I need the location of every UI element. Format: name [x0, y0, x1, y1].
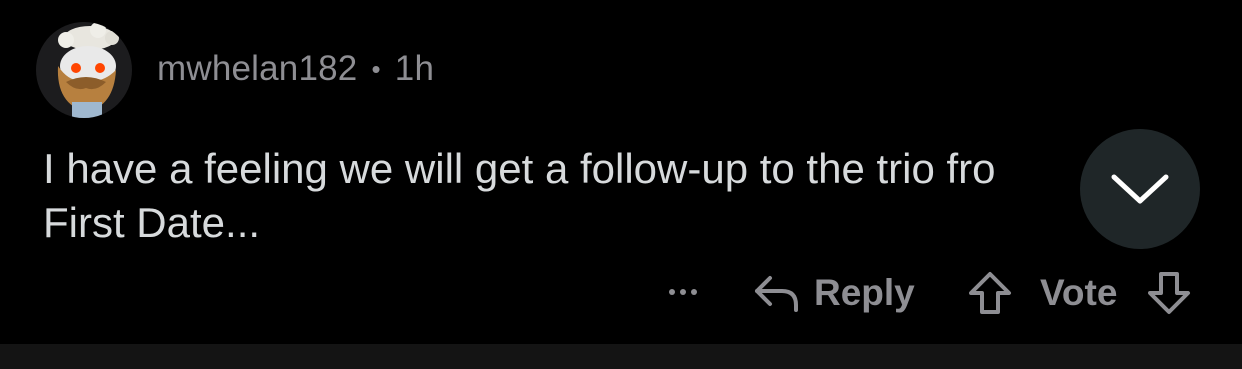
- upvote-button[interactable]: [967, 270, 1013, 325]
- comment-actions: Reply Vote: [0, 262, 1242, 322]
- comment-meta: mwhelan182 • 1h: [157, 48, 434, 90]
- downvote-arrow-icon: [1148, 272, 1190, 314]
- meta-separator: •: [371, 53, 381, 84]
- comment-body-line: First Date...: [43, 199, 261, 246]
- downvote-button[interactable]: [1146, 270, 1192, 325]
- section-divider: [0, 344, 1242, 369]
- reply-arrow-icon: [755, 276, 798, 312]
- avatar[interactable]: [36, 22, 132, 118]
- more-options-button[interactable]: [660, 272, 706, 312]
- comment-body-line: I have a feeling we will get a follow-up…: [43, 145, 996, 192]
- comment-timestamp: 1h: [394, 49, 435, 88]
- more-dot: [680, 289, 686, 295]
- vote-label: Vote: [1040, 272, 1118, 313]
- chevron-down-icon: [1111, 174, 1169, 204]
- upvote-arrow-icon: [969, 272, 1011, 314]
- collapse-button[interactable]: [1080, 129, 1200, 249]
- reply-label: Reply: [814, 272, 915, 313]
- snoo-avatar-icon: [57, 22, 119, 118]
- more-dot: [669, 289, 675, 295]
- more-dot: [691, 289, 697, 295]
- comment-body: I have a feeling we will get a follow-up…: [43, 142, 1083, 250]
- reply-button[interactable]: Reply: [752, 268, 915, 318]
- author-name[interactable]: mwhelan182: [157, 49, 357, 89]
- comment-card: mwhelan182 • 1h I have a feeling we will…: [0, 0, 1242, 344]
